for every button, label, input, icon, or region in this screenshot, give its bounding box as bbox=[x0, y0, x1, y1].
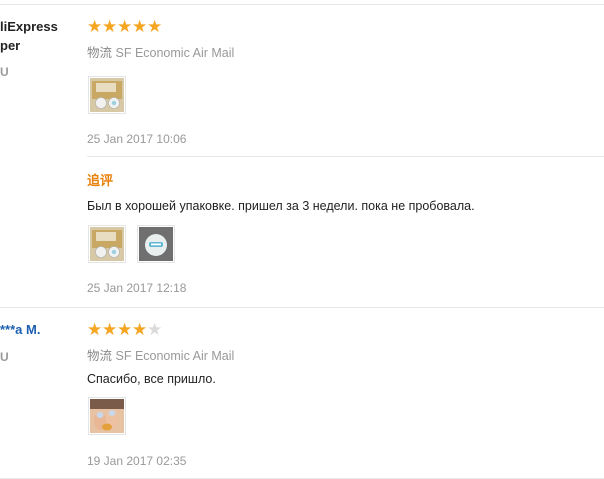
logistics-value: SF Economic Air Mail bbox=[115, 349, 235, 363]
reviewer-name-line-1: liExpress bbox=[0, 19, 58, 34]
reviewer-name[interactable]: ***a M. bbox=[0, 320, 40, 339]
reviewer-name[interactable]: liExpress per bbox=[0, 17, 58, 55]
star-filled-icon: ★ bbox=[87, 320, 103, 339]
review-separator bbox=[0, 307, 604, 308]
review-date: 25 Jan 2017 10:06 bbox=[87, 132, 187, 146]
followup-text: Был в хорошей упаковке. пришел за 3 неде… bbox=[87, 199, 475, 213]
product-photo-2-icon bbox=[90, 227, 124, 261]
rating-stars: ★★★★★ bbox=[87, 321, 162, 338]
followup-label: 追评 bbox=[87, 173, 114, 188]
logistics-label: 物流 bbox=[87, 46, 113, 60]
followup-photo-thumbnail[interactable] bbox=[137, 225, 175, 263]
star-empty-icon: ★ bbox=[147, 320, 163, 339]
product-photo-1-icon bbox=[90, 78, 124, 112]
star-filled-icon: ★ bbox=[87, 17, 103, 36]
star-filled-icon: ★ bbox=[117, 320, 133, 339]
product-photo-4-icon bbox=[90, 399, 124, 433]
star-filled-icon: ★ bbox=[117, 17, 133, 36]
reviewer-country: U bbox=[0, 65, 9, 79]
followup-separator bbox=[87, 156, 604, 157]
star-filled-icon: ★ bbox=[102, 320, 118, 339]
star-filled-icon: ★ bbox=[147, 17, 163, 36]
logistics-info: 物流 SF Economic Air Mail bbox=[87, 42, 234, 61]
logistics-info: 物流 SF Economic Air Mail bbox=[87, 345, 234, 364]
reviewer-name-line-1: ***a M. bbox=[0, 322, 41, 337]
star-filled-icon: ★ bbox=[102, 17, 118, 36]
logistics-label: 物流 bbox=[87, 349, 113, 363]
followup-date: 25 Jan 2017 12:18 bbox=[87, 281, 187, 295]
rating-stars: ★★★★★ bbox=[87, 18, 162, 35]
star-filled-icon: ★ bbox=[132, 17, 148, 36]
reviewer-name-line-2: per bbox=[0, 38, 21, 53]
logistics-value: SF Economic Air Mail bbox=[115, 46, 235, 60]
product-photo-3-icon bbox=[139, 227, 173, 261]
reviewer-country: U bbox=[0, 350, 9, 364]
followup-photo-thumbnail[interactable] bbox=[88, 225, 126, 263]
review-photo-thumbnail[interactable] bbox=[88, 76, 126, 114]
separator-top bbox=[0, 4, 604, 5]
star-filled-icon: ★ bbox=[132, 320, 148, 339]
review-photo-thumbnail[interactable] bbox=[88, 397, 126, 435]
review-text: Спасибо, все пришло. bbox=[87, 372, 216, 386]
review-date: 19 Jan 2017 02:35 bbox=[87, 454, 187, 468]
